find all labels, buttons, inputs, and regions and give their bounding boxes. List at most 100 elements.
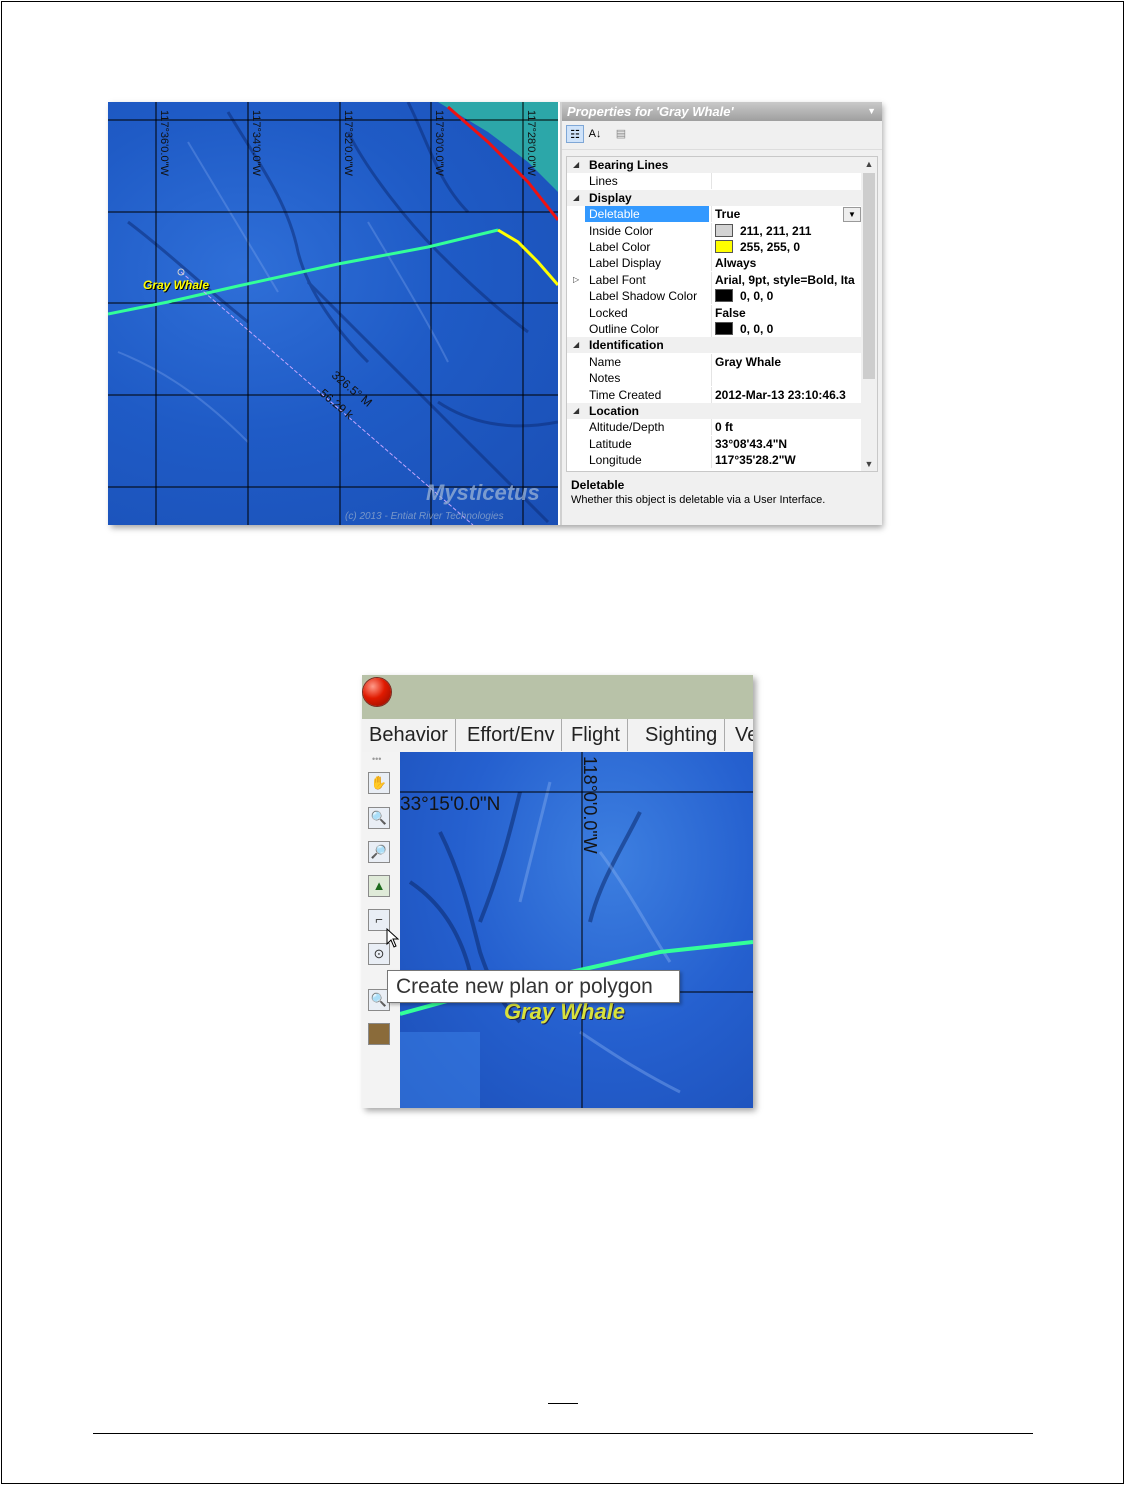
collapse-icon[interactable]: ◢ bbox=[573, 337, 583, 353]
property-value[interactable]: Arial, 9pt, style=Bold, Ita bbox=[711, 271, 863, 288]
color-swatch bbox=[715, 223, 733, 237]
property-row[interactable]: Lines bbox=[567, 173, 863, 190]
property-value[interactable]: 117°35'28.2"W bbox=[711, 452, 863, 469]
property-name: Notes bbox=[589, 371, 621, 386]
help-title: Deletable bbox=[571, 478, 625, 492]
property-row[interactable]: Outline Color 0, 0, 0 bbox=[567, 321, 863, 337]
property-row[interactable]: Latitude 33°08'43.4"N bbox=[567, 435, 863, 452]
panel-menu-icon[interactable]: ▼ bbox=[867, 102, 876, 121]
property-value-text: False bbox=[715, 305, 746, 320]
color-swatch bbox=[715, 289, 733, 303]
zoom-out-icon[interactable]: 🔎 bbox=[368, 841, 390, 863]
property-row[interactable]: Deletable True ▼ bbox=[567, 206, 863, 223]
property-grid[interactable]: ▲ ▼ ◢ Bearing Lines Lines ◢ Display Deletable… bbox=[566, 156, 878, 472]
property-value[interactable]: 211, 211, 211 bbox=[711, 222, 863, 239]
property-value-text: 0, 0, 0 bbox=[740, 322, 774, 336]
property-value[interactable]: 2012-Mar-13 23:10:46.3 bbox=[711, 386, 863, 403]
scroll-up-icon[interactable]: ▲ bbox=[861, 157, 877, 171]
property-name: Location bbox=[585, 403, 863, 419]
image-icon[interactable] bbox=[368, 1023, 390, 1045]
property-value[interactable]: True ▼ bbox=[711, 206, 863, 223]
expand-icon[interactable]: ▷ bbox=[573, 272, 583, 288]
property-value[interactable]: 0, 0, 0 bbox=[711, 288, 863, 305]
tree-icon[interactable]: ▲ bbox=[368, 875, 390, 897]
help-description: Whether this object is deletable via a U… bbox=[571, 494, 826, 506]
longitude-label: 117°34'0.0"W bbox=[250, 110, 262, 176]
property-category[interactable]: ◢ Display bbox=[567, 189, 863, 206]
pan-hand-icon[interactable]: ✋ bbox=[368, 772, 390, 794]
property-category[interactable]: ◢ Identification bbox=[567, 337, 863, 354]
latitude-label: 33°15'0.0"N bbox=[400, 794, 501, 815]
tab-bar: Behavior Effort/Env Flight Sighting Ve bbox=[362, 719, 753, 753]
chevron-down-icon[interactable]: ▼ bbox=[843, 207, 861, 223]
property-pages-icon[interactable]: ▤ bbox=[612, 125, 630, 143]
property-name: Display bbox=[585, 189, 863, 206]
property-name: Locked bbox=[589, 305, 628, 320]
tab-ve[interactable]: Ve bbox=[728, 719, 753, 751]
title-bar bbox=[362, 675, 753, 719]
property-value[interactable]: Gray Whale bbox=[711, 353, 863, 370]
property-row[interactable]: Locked False bbox=[567, 304, 863, 321]
scroll-down-icon[interactable]: ▼ bbox=[861, 457, 877, 471]
property-value-text: 117°35'28.2"W bbox=[715, 453, 796, 468]
property-category[interactable]: ◢ Location bbox=[567, 403, 863, 419]
property-value[interactable]: 0 ft bbox=[711, 419, 863, 436]
screenshot-toolbar: Behavior Effort/Env Flight Sighting Ve •… bbox=[362, 675, 753, 1108]
property-name: Identification bbox=[585, 337, 863, 354]
property-name: Altitude/Depth bbox=[589, 420, 665, 435]
property-value-text: 0, 0, 0 bbox=[740, 289, 774, 304]
property-value-text: 0 ft bbox=[715, 420, 733, 435]
zoom-in-icon[interactable]: 🔍 bbox=[368, 807, 390, 829]
collapse-icon[interactable]: ◢ bbox=[573, 157, 583, 173]
property-name: Label Font bbox=[589, 272, 646, 287]
property-row[interactable]: Longitude 117°35'28.2"W bbox=[567, 452, 863, 469]
collapse-icon[interactable]: ◢ bbox=[573, 190, 583, 206]
property-value-text: 211, 211, 211 bbox=[740, 223, 812, 238]
property-name: Label Shadow Color bbox=[589, 289, 698, 304]
tab-effort-env[interactable]: Effort/Env bbox=[460, 719, 563, 751]
property-row[interactable]: ▷ Label Font Arial, 9pt, style=Bold, Ita bbox=[567, 271, 863, 288]
property-value-text: Always bbox=[715, 256, 757, 271]
property-row[interactable]: Time Created 2012-Mar-13 23:10:46.3 bbox=[567, 386, 863, 403]
tab-behavior[interactable]: Behavior bbox=[362, 719, 456, 751]
property-row[interactable]: Label Shadow Color 0, 0, 0 bbox=[567, 288, 863, 305]
property-value[interactable]: False bbox=[711, 304, 863, 321]
map-view-2[interactable]: 33°15'0.0"N 118°0'0.0"W Gray Whale bbox=[400, 752, 753, 1108]
tab-sighting[interactable]: Sighting bbox=[638, 719, 726, 751]
property-row[interactable]: Label Color 255, 255, 0 bbox=[567, 239, 863, 255]
property-row[interactable]: Altitude/Depth 0 ft bbox=[567, 419, 863, 436]
property-value[interactable]: Always bbox=[711, 255, 863, 272]
longitude-label: 117°32'0.0"W bbox=[342, 110, 354, 176]
property-row[interactable]: Inside Color 211, 211, 211 bbox=[567, 222, 863, 239]
scroll-thumb[interactable] bbox=[863, 173, 875, 379]
map-view[interactable]: 117°36'0.0"W 117°34'0.0"W 117°32'0.0"W 1… bbox=[108, 102, 558, 525]
property-value-text: Gray Whale bbox=[715, 354, 782, 369]
property-row[interactable]: Name Gray Whale bbox=[567, 353, 863, 370]
property-row[interactable]: Label Display Always bbox=[567, 255, 863, 272]
app-orb-icon[interactable] bbox=[363, 678, 391, 706]
property-category[interactable]: ◢ Bearing Lines bbox=[567, 157, 863, 173]
property-value[interactable] bbox=[711, 173, 863, 190]
categorized-view-icon[interactable]: ☷ bbox=[566, 125, 584, 143]
target-label[interactable]: Gray Whale bbox=[143, 278, 209, 292]
property-name: Label Color bbox=[589, 240, 651, 254]
vertical-scrollbar[interactable]: ▲ ▼ bbox=[861, 157, 877, 471]
collapse-icon[interactable]: ◢ bbox=[573, 403, 583, 419]
property-name: Longitude bbox=[589, 453, 642, 468]
tooltip: Create new plan or polygon bbox=[387, 970, 680, 1003]
property-value[interactable]: 255, 255, 0 bbox=[711, 239, 863, 255]
footer-rule bbox=[93, 1433, 1033, 1434]
property-value-text: Arial, 9pt, style=Bold, Ita bbox=[715, 272, 855, 287]
grip-icon[interactable]: ••• bbox=[372, 754, 381, 764]
property-name: Label Display bbox=[589, 256, 662, 271]
page-number bbox=[548, 1385, 578, 1404]
tab-flight[interactable]: Flight bbox=[564, 719, 628, 751]
property-value[interactable] bbox=[711, 370, 863, 387]
property-name: Time Created bbox=[589, 387, 662, 402]
sort-az-icon[interactable]: A↓ bbox=[586, 125, 604, 143]
property-value[interactable]: 33°08'43.4"N bbox=[711, 435, 863, 452]
longitude-label: 117°30'0.0"W bbox=[433, 110, 445, 176]
property-name: Bearing Lines bbox=[585, 157, 863, 173]
property-value[interactable]: 0, 0, 0 bbox=[711, 321, 863, 337]
property-row[interactable]: Notes bbox=[567, 370, 863, 387]
